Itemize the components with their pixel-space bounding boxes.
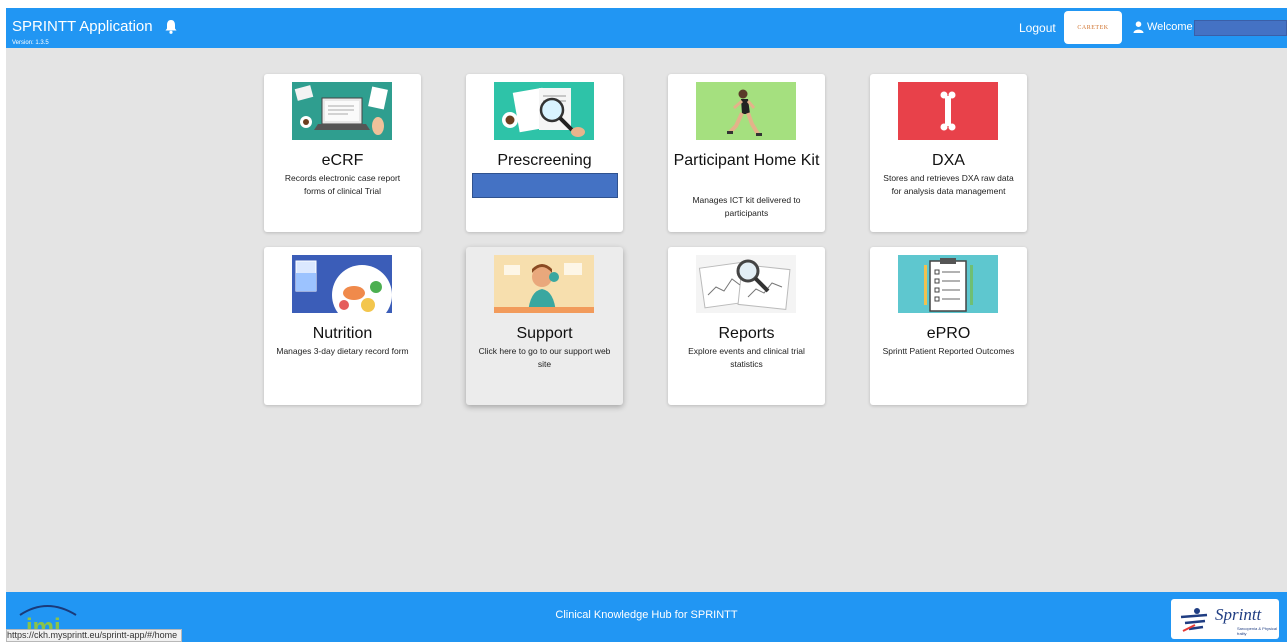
card-description: Explore events and clinical trial statis… [688,346,805,369]
magnifier-charts-illustration [696,255,796,313]
partner-logo-text: CARETEK [1077,24,1109,31]
card-nutrition[interactable]: Nutrition Manages 3-day dietary record f… [264,247,421,405]
app-window: SPRINTT Application Version: 1.3.5 Logou… [6,8,1287,642]
clipboard-checklist-illustration [898,255,998,313]
card-description: Sprintt Patient Reported Outcomes [882,346,1015,356]
footer-text: Clinical Knowledge Hub for SPRINTT [555,609,738,621]
user-icon [1133,21,1144,33]
card-title: Support [516,325,573,342]
card-title: ePRO [926,325,971,342]
sprintt-runner-icon [1180,608,1208,632]
welcome-user[interactable]: Welcome [1133,21,1193,33]
card-title: Nutrition [312,325,373,342]
partner-logo: CARETEK [1064,11,1122,44]
card-title: Participant Home Kit [673,152,820,169]
bone-illustration [898,82,998,140]
logout-link[interactable]: Logout [1019,21,1056,35]
card-ecrf[interactable]: eCRF Records electronic case report form… [264,74,421,232]
welcome-label: Welcome [1147,21,1193,33]
redacted-username [1194,20,1287,36]
card-title: Prescreening [497,152,592,169]
card-title: eCRF [321,152,364,169]
card-title: Reports [718,325,775,342]
laptop-desk-illustration [292,82,392,140]
card-epro[interactable]: ePRO Sprintt Patient Reported Outcomes [870,247,1027,405]
card-description: Click here to go to our support web site [478,346,611,369]
bell-icon[interactable] [164,19,178,35]
footer-bar: imi Clinical Knowledge Hub for SPRINTT S… [6,592,1287,642]
redacted-block [472,173,618,198]
sprintt-logo: Sprintt Sarcopenia & Physical frailty [1171,599,1279,639]
magnifier-documents-illustration [494,82,594,140]
card-description: Manages 3-day dietary record form [276,346,409,356]
sprintt-logo-sub: Sarcopenia & Physical frailty [1237,626,1278,636]
top-app-bar: SPRINTT Application Version: 1.3.5 Logou… [6,8,1287,48]
status-bar-url: https://ckh.mysprintt.eu/sprintt-app/#/h… [6,629,183,642]
card-title: DXA [932,152,965,169]
card-participant-home-kit[interactable]: Participant Home Kit Manages ICT kit del… [668,74,825,232]
sprintt-logo-name: Sprintt [1215,605,1262,624]
card-description: Manages ICT kit delivered to participant… [692,195,801,218]
app-version: Version: 1.3.5 [12,40,49,46]
card-support[interactable]: Support Click here to go to our support … [466,247,623,405]
card-prescreening[interactable]: Prescreening [466,74,623,232]
card-description: Records electronic case report forms of … [284,173,401,196]
card-dxa[interactable]: DXA Stores and retrieves DXA raw data fo… [870,74,1027,232]
support-person-illustration [494,255,594,313]
app-title[interactable]: SPRINTT Application [12,18,153,35]
card-reports[interactable]: Reports Explore events and clinical tria… [668,247,825,405]
runner-illustration [696,82,796,140]
card-description: Stores and retrieves DXA raw data for an… [883,173,1014,196]
food-plate-illustration [292,255,392,313]
